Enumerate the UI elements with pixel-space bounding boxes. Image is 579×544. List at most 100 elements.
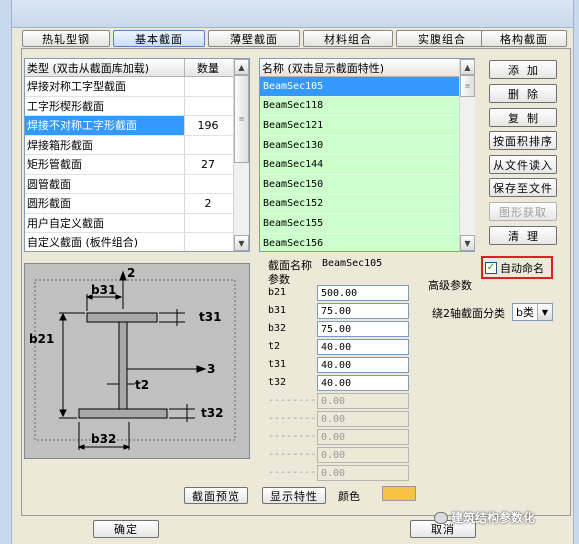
param-label-disabled: -------- [268, 467, 317, 478]
auto-name-label: 自动命名 [500, 262, 544, 275]
watermark-text: 建筑结构参数化 [451, 511, 536, 525]
import-from-file-button[interactable]: 从文件读入 [489, 155, 557, 174]
type-name: 自定义截面 (板件组合) [25, 233, 185, 251]
param-t2-input[interactable]: 40.00 [317, 339, 409, 355]
tab-material-combo[interactable]: 材料组合 [303, 30, 393, 47]
list-item[interactable]: BeamSec130 [260, 135, 474, 156]
type-count: 196 [197, 118, 219, 132]
window-right-frame [573, 0, 579, 544]
list-item[interactable]: BeamSec121 [260, 116, 474, 136]
scroll-down-icon[interactable]: ▼ [460, 235, 475, 251]
list-item-selected[interactable]: BeamSec105 [260, 77, 474, 97]
section-type-list[interactable]: 类型 (双击从截面库加载) 数量 焊接对称工字型截面 工字形楔形截面 焊接不对称… [24, 58, 250, 252]
list-item[interactable]: BeamSec150 [260, 174, 474, 195]
add-button[interactable]: 添加 [489, 60, 557, 79]
list-item[interactable]: 焊接箱形截面 [25, 135, 249, 155]
type-count [185, 136, 231, 155]
type-name: 矩形管截面 [25, 155, 185, 174]
axis-3-label: 3 [207, 362, 216, 376]
tab-hot-rolled[interactable]: 热轧型钢 [22, 30, 110, 47]
sort-by-area-button[interactable]: 按面积排序 [489, 131, 557, 150]
clear-button[interactable]: 清理 [489, 226, 557, 245]
save-to-file-button[interactable]: 保存至文件 [489, 178, 557, 197]
name-column-header[interactable]: 名称 (双击显示截面特性) [260, 59, 474, 77]
param-disabled-input: 0.00 [317, 465, 409, 481]
list-item[interactable]: 圆形截面 2 [25, 194, 249, 214]
section-preview-button[interactable]: 截面预览 [184, 487, 248, 504]
type-count [185, 214, 231, 233]
list-item-selected[interactable]: 焊接不对称工字形截面 196 [25, 116, 249, 136]
type-name: 用户自定义截面 [25, 213, 185, 232]
tab-thin-wall[interactable]: 薄壁截面 [208, 30, 300, 47]
checkbox-check-icon: ✓ [485, 262, 497, 274]
list-item[interactable]: 焊接对称工字型截面 [25, 77, 249, 97]
watermark: 建筑结构参数化 [434, 509, 535, 526]
param-label: b32 [268, 323, 287, 334]
section-name-list[interactable]: 名称 (双击显示截面特性) BeamSec105 BeamSec118 Beam… [259, 58, 475, 252]
type-name: 焊接箱形截面 [25, 135, 185, 154]
color-swatch[interactable] [382, 486, 416, 501]
param-t31-input[interactable]: 40.00 [317, 357, 409, 373]
list-item[interactable]: 用户自定义截面 [25, 213, 249, 233]
type-count [185, 175, 231, 194]
ok-button[interactable]: 确定 [93, 520, 159, 538]
dim-b31-label: b31 [91, 283, 117, 297]
list-item[interactable]: 矩形管截面 27 [25, 155, 249, 175]
tab-lattice-section[interactable]: 格构截面 [481, 30, 567, 47]
axis-2-label: 2 [127, 266, 136, 280]
scroll-up-icon[interactable]: ▲ [234, 59, 249, 75]
param-disabled-input: 0.00 [317, 411, 409, 427]
window-left-frame [0, 0, 12, 544]
list-item[interactable]: BeamSec156 [260, 233, 474, 251]
copy-button[interactable]: 复制 [489, 108, 557, 127]
type-list-scrollbar[interactable]: ▲ ≡ ▼ [233, 59, 249, 251]
type-name: 圆形截面 [25, 194, 185, 213]
get-graphic-button[interactable]: 图形获取 [489, 202, 557, 221]
list-item[interactable]: 圆管截面 [25, 174, 249, 194]
tab-basic-section[interactable]: 基本截面 [113, 30, 205, 47]
list-item[interactable]: BeamSec118 [260, 96, 474, 117]
list-item[interactable]: BeamSec152 [260, 194, 474, 215]
tab-solid-web-combo[interactable]: 实腹组合 [396, 30, 488, 47]
type-count: 2 [204, 196, 212, 210]
list-item[interactable]: 工字形楔形截面 [25, 96, 249, 116]
param-label-disabled: -------- [268, 413, 317, 424]
section-preview: 2 3 b31 t31 b21 t2 t32 b32 [24, 263, 250, 459]
dim-t2-label: t2 [135, 378, 150, 392]
dim-t32-label: t32 [201, 406, 224, 420]
show-properties-button[interactable]: 显示特性 [262, 487, 326, 504]
params-label: 参数 [268, 273, 290, 286]
count-column-header[interactable]: 数量 [185, 60, 231, 76]
auto-name-checkbox[interactable]: ✓ 自动命名 [485, 260, 544, 276]
delete-button[interactable]: 删除 [489, 84, 557, 103]
param-b32-input[interactable]: 75.00 [317, 321, 409, 337]
scroll-thumb[interactable]: ≡ [460, 75, 475, 97]
axis2-class-select[interactable]: b类 ▼ [512, 303, 553, 321]
param-label: b31 [268, 305, 287, 316]
param-t32-input[interactable]: 40.00 [317, 375, 409, 391]
list-item[interactable]: 自定义截面 (板件组合) [25, 233, 249, 251]
scroll-up-icon[interactable]: ▲ [460, 59, 475, 75]
name-list-scrollbar[interactable]: ▲ ≡ ▼ [459, 59, 475, 251]
param-disabled-input: 0.00 [317, 429, 409, 445]
dim-b32-label: b32 [91, 432, 117, 446]
scroll-down-icon[interactable]: ▼ [234, 235, 249, 251]
dim-b21-label: b21 [29, 332, 55, 346]
i-beam-diagram [34, 270, 236, 450]
param-b21-input[interactable]: 500.00 [317, 285, 409, 301]
param-b31-input[interactable]: 75.00 [317, 303, 409, 319]
list-item[interactable]: BeamSec144 [260, 155, 474, 175]
type-name: 焊接对称工字型截面 [25, 77, 185, 96]
type-column-header[interactable]: 类型 (双击从截面库加载) [25, 59, 185, 76]
param-label-disabled: -------- [268, 395, 317, 406]
axis2-class-value: b类 [516, 306, 534, 319]
scroll-thumb[interactable]: ≡ [234, 75, 249, 163]
advanced-params-label: 高级参数 [428, 279, 472, 292]
dim-t31-label: t31 [199, 310, 222, 324]
wechat-icon [434, 511, 448, 524]
param-label: b21 [268, 287, 287, 298]
chevron-down-icon[interactable]: ▼ [537, 304, 552, 320]
list-item[interactable]: BeamSec155 [260, 214, 474, 234]
type-name: 焊接不对称工字形截面 [25, 116, 185, 135]
axis2-class-label: 绕2轴截面分类 [432, 307, 505, 320]
